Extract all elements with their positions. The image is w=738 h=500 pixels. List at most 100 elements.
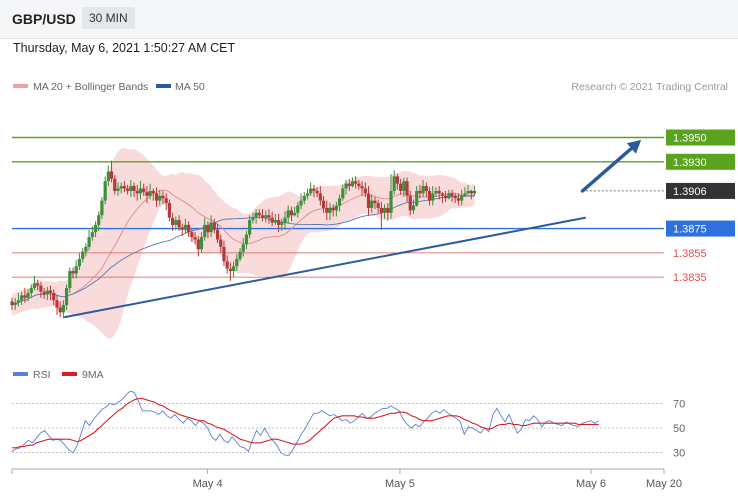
x-tick-label: May 4 [193, 478, 223, 490]
candle-body [225, 261, 229, 269]
candle-body [357, 183, 361, 187]
candle-body [447, 193, 451, 199]
candle-body [325, 207, 329, 213]
candle-body [334, 205, 338, 211]
candle-body [235, 258, 239, 267]
candle-body [199, 237, 204, 250]
candle-body [48, 290, 53, 293]
candle-body [312, 188, 316, 191]
chart-svg: MA 20 + Bollinger Bands MA 50 Research ©… [10, 81, 735, 490]
candle-body [68, 271, 72, 289]
candle-body [318, 193, 322, 201]
candle-body [315, 190, 319, 194]
candle-body [366, 193, 371, 208]
ma50-legend-label: MA 50 [175, 81, 205, 93]
candle-body [209, 222, 213, 233]
candle-body [460, 195, 464, 201]
candle-body [187, 224, 191, 233]
candle-body [437, 190, 441, 194]
candle-body [299, 200, 303, 206]
candle-body [177, 220, 181, 228]
candle-body [405, 181, 409, 196]
x-tick-label: May 6 [576, 478, 606, 490]
candle-body [392, 176, 396, 191]
candle-body [466, 190, 470, 194]
candle-body [193, 237, 197, 240]
candle-body [64, 288, 69, 306]
candle-body [158, 195, 162, 201]
candle-body [347, 183, 351, 187]
ma20-legend-swatch [13, 84, 28, 88]
level-label-1.3950: 1.3950 [673, 133, 707, 145]
candle-body [174, 220, 178, 225]
candle-body [23, 295, 27, 298]
candle-body [241, 244, 245, 252]
candle-body [270, 217, 274, 223]
candle-body [277, 220, 281, 225]
candle-body [289, 210, 294, 216]
candle-body [154, 193, 159, 201]
candle-body [77, 258, 82, 267]
candle-body [219, 239, 223, 247]
candle-body [415, 190, 419, 206]
candle-body [206, 224, 210, 233]
rsi-ma-line [12, 397, 599, 449]
candle-body [280, 222, 284, 225]
candle-body [440, 193, 444, 196]
candle-body [408, 195, 412, 211]
candle-body [36, 283, 40, 286]
forecast-arrow-shaft [580, 146, 634, 193]
candle-body [293, 212, 297, 216]
candle-body [142, 188, 146, 193]
rsi-tick-70: 70 [673, 398, 685, 410]
candle-body [283, 217, 287, 223]
candle-body [16, 300, 21, 303]
candle-body [113, 178, 117, 191]
candle-body [215, 229, 220, 240]
x-tick-label: May 20 [646, 478, 682, 490]
rsi-legend-swatch [13, 372, 28, 376]
candle-body [183, 224, 188, 230]
candle-body [431, 193, 435, 201]
candle-body [321, 200, 326, 208]
candle-body [248, 220, 252, 235]
candle-body [399, 183, 403, 191]
rsi-ma-legend-swatch [62, 372, 77, 376]
candle-body [463, 193, 467, 196]
rsi-legend: RSI 9MA [13, 369, 104, 381]
candle-body [84, 246, 88, 252]
candle-body [74, 266, 78, 274]
price-legend: MA 20 + Bollinger Bands MA 50 Research ©… [13, 81, 728, 93]
candle-body [190, 232, 194, 238]
candle-body [402, 181, 406, 191]
candle-body [331, 207, 335, 211]
candle-body [52, 292, 56, 301]
candle-body [61, 305, 65, 313]
candle-body [125, 188, 130, 191]
candle-body [228, 268, 233, 272]
candle-body [97, 215, 101, 225]
candle-body [222, 246, 226, 262]
ma50-legend-swatch [156, 84, 171, 88]
candle-body [302, 195, 306, 201]
candle-body [350, 181, 355, 187]
candle-body [363, 188, 367, 194]
candle-body [170, 217, 175, 225]
candle-body [469, 190, 473, 194]
candle-body [260, 215, 265, 218]
candle-body [386, 207, 390, 213]
candle-body [26, 292, 30, 298]
candle-body [135, 190, 139, 194]
rsi-ma-legend-label: 9MA [82, 369, 104, 381]
candle-body [87, 237, 91, 247]
candle-body [119, 186, 123, 189]
candle-body [151, 190, 155, 194]
candle-body [129, 186, 133, 191]
candle-body [344, 183, 348, 189]
candle-body [13, 302, 17, 306]
candle-body [32, 283, 37, 289]
ma20-legend-label: MA 20 + Bollinger Bands [33, 81, 148, 93]
candle-body [273, 220, 277, 223]
candle-body [379, 207, 383, 213]
candle-body [264, 215, 268, 218]
